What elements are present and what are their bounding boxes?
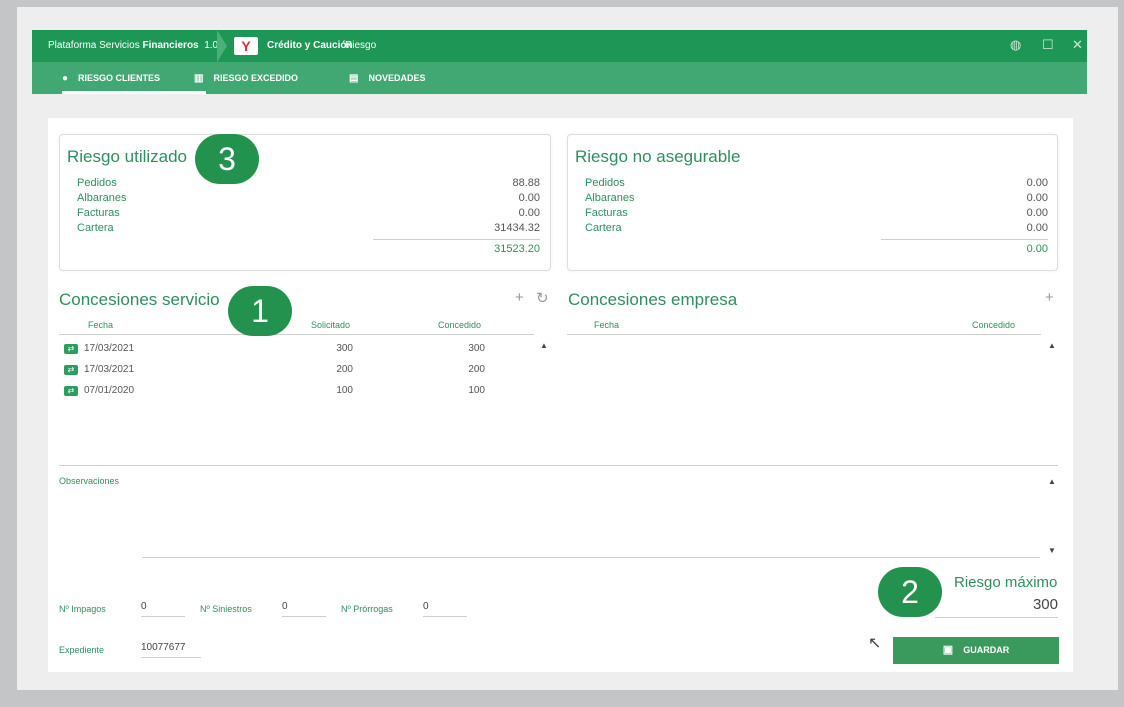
callout-badge-1: 1 [228,286,292,336]
save-button-label: GUARDAR [963,645,1010,655]
tab-label: RIESGO CLIENTES [78,73,161,83]
tab-label: RIESGO EXCEDIDO [213,73,298,83]
row-value: 0.00 [518,207,540,219]
expediente-value: 10077677 [141,642,186,653]
cell-concedido: 300 [468,343,485,354]
floppy-icon: ▣ [942,644,954,656]
concesion-icon: ⇄ [64,365,78,375]
row-value: 0.00 [1026,207,1048,219]
total-divider [881,239,1048,240]
impagos-value: 0 [141,601,147,612]
tab-novedades[interactable]: ▤ NOVEDADES [349,62,425,94]
riesgo-maximo-label: Riesgo máximo [954,574,1058,591]
total-divider [373,239,540,240]
bar-chart-icon: ▥ [194,73,204,84]
table-header-divider [567,334,1041,335]
row-label: Facturas [77,207,120,219]
observaciones-textarea[interactable] [142,470,1040,558]
expediente-input[interactable]: 10077677 [141,642,201,658]
concesion-icon: ⇄ [64,386,78,396]
siniestros-value: 0 [282,601,288,612]
breadcrumb-arrow [217,30,227,62]
riesgo-maximo-value: 300 [1032,596,1058,613]
riesgo-maximo-input[interactable]: 300 [935,596,1058,618]
cell-solicitado: 100 [336,385,353,396]
module-name: Crédito y Caución [267,40,353,51]
app-title-bold: Financieros [142,40,199,51]
section-name: Riesgo [345,40,377,51]
impagos-label: Nº Impagos [59,604,106,614]
user-icon: ● [62,73,69,84]
row-label: Albaranes [77,192,127,204]
tab-riesgo-clientes[interactable]: ● RIESGO CLIENTES [62,62,206,94]
mouse-cursor-icon: ↖ [868,635,882,652]
row-label: Cartera [585,222,622,234]
riesgo-no-asegurable-title: Riesgo no asegurable [575,147,741,166]
scroll-down-icon[interactable]: ▼ [1048,546,1056,555]
prorrogas-input[interactable]: 0 [423,601,467,617]
app-title: Plataforma Servicios Financieros 1.0 [48,40,218,51]
row-value: 0.00 [1026,222,1048,234]
brand-logo-icon: Y [234,37,258,55]
col-fecha[interactable]: Fecha [88,320,113,330]
siniestros-label: Nº Siniestros [200,604,252,614]
cell-solicitado: 300 [336,343,353,354]
save-button[interactable]: ▣ GUARDAR [893,637,1059,664]
document-icon: ▤ [349,73,359,84]
cell-fecha: 17/03/2021 [84,364,135,375]
globe-icon[interactable]: ◍ [1010,37,1021,53]
cell-fecha: 17/03/2021 [84,343,135,354]
tab-riesgo-excedido[interactable]: ▥ RIESGO EXCEDIDO [194,62,298,94]
riesgo-utilizado-total: 31523.20 [494,243,540,255]
riesgo-utilizado-card: Riesgo utilizado Pedidos Albaranes Factu… [59,134,551,271]
callout-badge-3: 3 [195,134,259,184]
row-label: Pedidos [585,177,625,189]
app-title-prefix: Plataforma Servicios [48,40,143,51]
row-value: 0.00 [1026,192,1048,204]
row-label: Albaranes [585,192,635,204]
scroll-up-icon[interactable]: ▲ [1048,477,1056,486]
cell-fecha: 07/01/2020 [84,385,135,396]
riesgo-utilizado-title: Riesgo utilizado [67,147,188,166]
impagos-input[interactable]: 0 [141,601,185,617]
row-label: Facturas [585,207,628,219]
cell-concedido: 200 [468,364,485,375]
row-value: 0.00 [518,192,540,204]
col-solicitado[interactable]: Solicitado [311,320,350,330]
row-label: Cartera [77,222,114,234]
concesiones-empresa-title: Concesiones empresa [568,290,738,309]
close-icon[interactable]: ✕ [1072,37,1083,53]
cell-solicitado: 200 [336,364,353,375]
concesiones-servicio-title: Concesiones servicio [59,290,220,309]
row-value: 31434.32 [494,222,540,234]
observaciones-divider [59,465,1058,466]
prorrogas-label: Nº Prórrogas [341,604,393,614]
tab-label: NOVEDADES [368,73,426,83]
cell-concedido: 100 [468,385,485,396]
siniestros-input[interactable]: 0 [282,601,326,617]
expediente-label: Expediente [59,645,105,655]
add-concesion-icon[interactable]: + [515,289,524,306]
app-version: 1.0 [204,40,219,51]
scroll-up-icon[interactable]: ▲ [1048,341,1056,350]
row-value: 0.00 [1026,177,1048,189]
scroll-up-icon[interactable]: ▲ [540,341,548,350]
add-empresa-icon[interactable]: + [1045,289,1054,306]
col-concedido[interactable]: Concedido [972,320,1015,330]
callout-badge-2: 2 [878,567,942,617]
row-value: 88.88 [512,177,540,189]
tab-bar: ● RIESGO CLIENTES ▥ RIESGO EXCEDIDO ▤ NOVED… [32,62,1087,94]
col-fecha[interactable]: Fecha [594,320,619,330]
title-bar: Plataforma Servicios Financieros 1.0 Y C… [32,30,1087,62]
row-label: Pedidos [77,177,117,189]
observaciones-label: Observaciones [59,476,120,486]
concesion-icon: ⇄ [64,344,78,354]
maximize-icon[interactable]: ☐ [1042,37,1054,53]
refresh-icon[interactable]: ↻ [536,289,549,307]
riesgo-no-asegurable-total: 0.00 [1026,243,1048,255]
table-header-divider [59,334,534,335]
riesgo-no-asegurable-card: Riesgo no asegurable Pedidos Albaranes F… [567,134,1058,271]
col-concedido[interactable]: Concedido [438,320,481,330]
prorrogas-value: 0 [423,601,429,612]
